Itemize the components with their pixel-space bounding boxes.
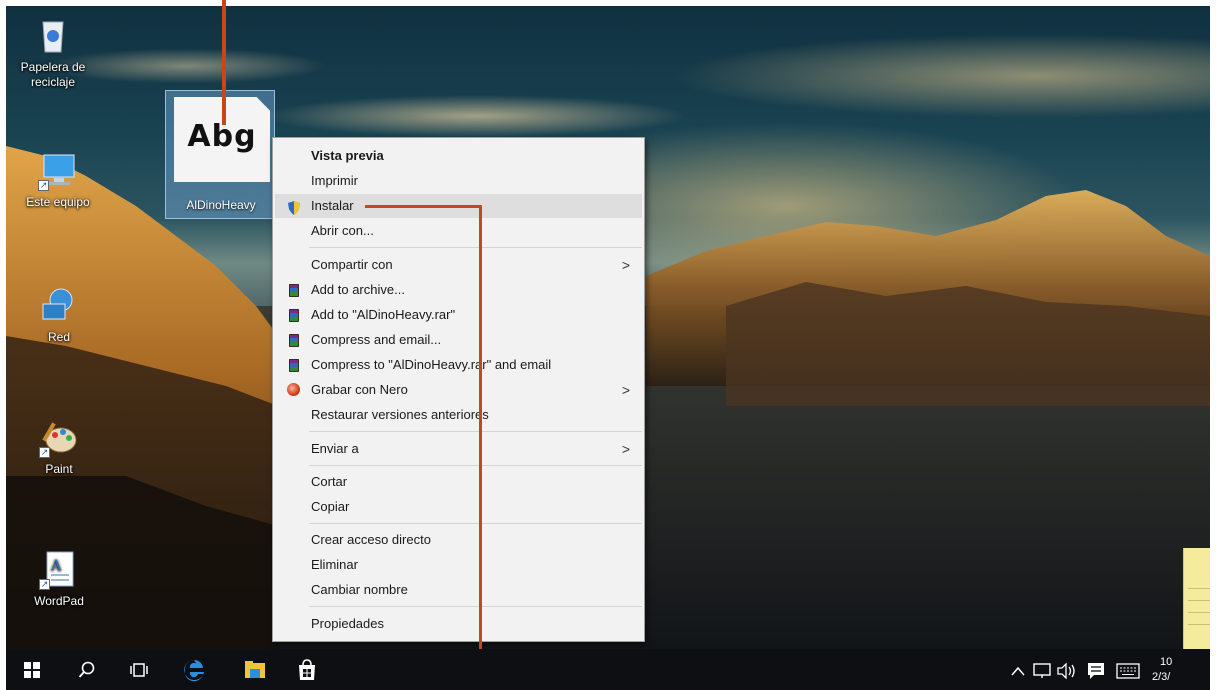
desktop-icon-label: Red [47, 330, 70, 344]
menu-item-properties[interactable]: Propiedades [275, 612, 642, 636]
desktop-icon-paint[interactable]: ↗ Paint [21, 418, 97, 477]
menu-item-compress-to-rar-and-email[interactable]: Compress to "AlDinoHeavy.rar" and email [275, 353, 642, 377]
menu-item-rename[interactable]: Cambiar nombre [275, 578, 642, 602]
callout-line-font-file [222, 0, 226, 125]
menu-separator [309, 523, 642, 524]
menu-item-label: Propiedades [311, 616, 384, 631]
font-file-aldinoheavy[interactable]: Abg AlDinoHeavy [165, 90, 275, 219]
winrar-icon [287, 283, 301, 297]
paint-icon: ↗ [39, 418, 79, 458]
shortcut-arrow-icon: ↗ [38, 180, 49, 191]
menu-item-label: Instalar [311, 198, 354, 213]
menu-separator [309, 431, 642, 432]
network-icon [39, 286, 79, 326]
menu-item-label: Copiar [311, 499, 350, 514]
desktop-icon-this-pc[interactable]: ↗ Este equipo [20, 151, 96, 210]
menu-item-preview[interactable]: Vista previa [275, 144, 642, 168]
menu-item-label: Vista previa [311, 148, 384, 163]
desktop-icon-label: Este equipo [26, 195, 90, 209]
desktop-icon-label: WordPad [34, 594, 84, 608]
menu-item-label: Cambiar nombre [311, 582, 408, 597]
clock[interactable]: 10 2/3/ [1152, 655, 1172, 685]
callout-line-install-horizontal [365, 205, 481, 208]
menu-item-label: Compress and email... [311, 332, 442, 347]
menu-item-open-with[interactable]: Abrir con... [275, 219, 642, 243]
svg-text:A: A [50, 558, 62, 574]
menu-item-restore-previous-versions[interactable]: Restaurar versiones anteriores [275, 403, 642, 427]
winrar-icon [287, 333, 301, 347]
nero-icon [287, 383, 301, 397]
keyboard-icon[interactable] [1116, 649, 1140, 690]
volume-icon[interactable] [1057, 649, 1077, 690]
menu-item-cut[interactable]: Cortar [275, 470, 642, 494]
store-icon[interactable] [287, 649, 327, 690]
chevron-right-icon: > [621, 382, 630, 398]
menu-separator [309, 465, 642, 466]
font-file-label: AlDinoHeavy [186, 198, 256, 212]
menu-item-label: Compress to "AlDinoHeavy.rar" and email [311, 357, 552, 372]
desktop-icon-recycle-bin[interactable]: Papelera de reciclaje [15, 16, 91, 90]
menu-item-label: Cortar [311, 474, 348, 489]
network-status-icon[interactable] [1033, 649, 1051, 690]
search-icon[interactable] [67, 649, 107, 690]
chevron-right-icon: > [621, 257, 630, 273]
desktop-icon-wordpad[interactable]: A ↗ WordPad [21, 550, 97, 609]
winrar-icon [287, 308, 301, 322]
clock-date: 2/3/ [1152, 671, 1171, 683]
shortcut-arrow-icon: ↗ [39, 447, 50, 458]
menu-separator [309, 606, 642, 607]
menu-item-label: Eliminar [311, 557, 358, 572]
uac-shield-icon [287, 199, 301, 215]
menu-item-label: Compartir con [311, 257, 393, 272]
menu-item-send-to[interactable]: Enviar a > [275, 437, 642, 461]
menu-item-label: Add to archive... [311, 282, 405, 297]
chevron-up-icon[interactable] [1011, 649, 1025, 690]
file-explorer-icon[interactable] [235, 649, 275, 690]
menu-item-label: Crear acceso directo [311, 532, 431, 547]
menu-item-label: Imprimir [311, 173, 358, 188]
edge-browser-icon[interactable] [174, 649, 214, 690]
taskbar: 10 2/3/ [6, 649, 1210, 690]
recycle-bin-icon [33, 16, 73, 56]
callout-line-install-vertical [479, 205, 482, 690]
menu-item-compress-and-email[interactable]: Compress and email... [275, 328, 642, 352]
menu-item-add-to-archive[interactable]: Add to archive... [275, 278, 642, 302]
task-view-icon[interactable] [119, 649, 159, 690]
action-center-icon[interactable] [1087, 649, 1105, 690]
menu-item-copy[interactable]: Copiar [275, 495, 642, 519]
windows-start-icon[interactable] [12, 649, 52, 690]
menu-item-label: Add to "AlDinoHeavy.rar" [311, 307, 456, 322]
shortcut-arrow-icon: ↗ [39, 579, 50, 590]
computer-icon: ↗ [38, 151, 78, 191]
sticky-note [1183, 548, 1210, 649]
menu-item-label: Abrir con... [311, 223, 374, 238]
desktop-icon-label: Paint [45, 462, 73, 476]
menu-item-create-shortcut[interactable]: Crear acceso directo [275, 528, 642, 552]
menu-item-delete[interactable]: Eliminar [275, 553, 642, 577]
desktop-icon-label: Papelera de reciclaje [20, 60, 86, 89]
menu-item-label: Restaurar versiones anteriores [311, 407, 489, 422]
menu-item-label: Enviar a [311, 441, 359, 456]
menu-item-burn-with-nero[interactable]: Grabar con Nero > [275, 378, 642, 402]
wordpad-icon: A ↗ [39, 550, 79, 590]
menu-separator [309, 247, 642, 248]
menu-item-share-with[interactable]: Compartir con > [275, 253, 642, 277]
chevron-right-icon: > [621, 441, 630, 457]
context-menu: Vista previa Imprimir Instalar Abrir con… [272, 137, 645, 642]
clock-time: 10 [1160, 656, 1173, 668]
menu-item-label: Grabar con Nero [311, 382, 408, 397]
desktop-icon-network[interactable]: Red [21, 286, 97, 345]
winrar-icon [287, 358, 301, 372]
menu-item-print[interactable]: Imprimir [275, 169, 642, 193]
menu-item-add-to-rar[interactable]: Add to "AlDinoHeavy.rar" [275, 303, 642, 327]
